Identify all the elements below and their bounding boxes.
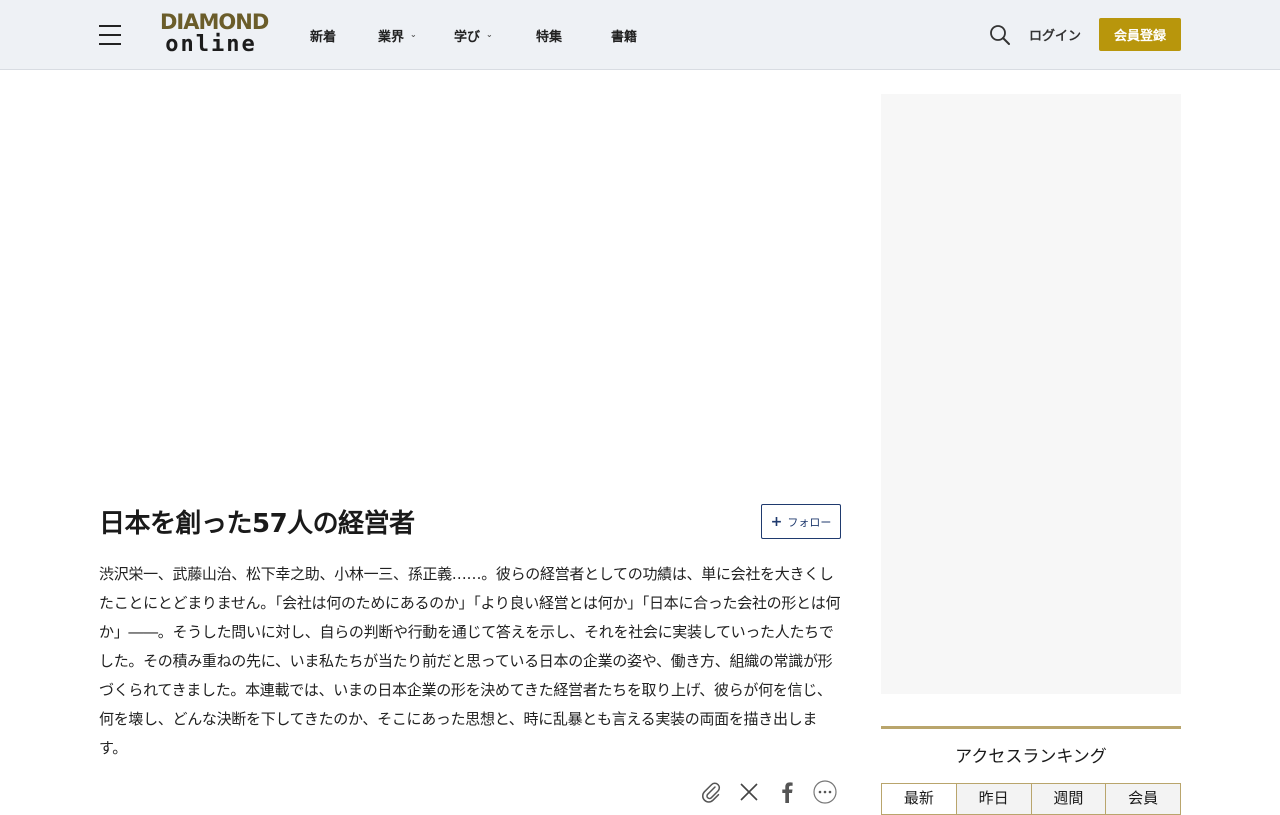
facebook-icon[interactable]	[775, 780, 799, 804]
tab-latest[interactable]: 最新	[882, 784, 957, 814]
diamond-online-logo[interactable]: DIAMOND online	[160, 10, 269, 58]
register-button[interactable]: 会員登録	[1099, 18, 1181, 51]
access-ranking: アクセスランキング 最新 昨日 週間 会員	[881, 726, 1181, 815]
nav-item-industry[interactable]: 業界 ⌄	[378, 26, 454, 45]
sidebar-ad-placeholder	[881, 94, 1181, 694]
nav-item-learning[interactable]: 学び ⌄	[454, 26, 536, 45]
more-icon[interactable]	[813, 780, 837, 804]
search-icon[interactable]	[989, 24, 1011, 46]
follow-label: フォロー	[787, 515, 832, 529]
menu-icon-bar	[99, 25, 121, 27]
menu-icon-bar	[99, 34, 121, 36]
menu-icon-bar	[99, 43, 121, 45]
series-description: 渋沢栄一、武藤山治、松下幸之助、小林一三、孫正義……。彼らの経営者としての功績は…	[99, 565, 841, 757]
nav-label: 書籍	[611, 29, 638, 45]
paperclip-icon[interactable]	[699, 780, 723, 804]
site-header: DIAMOND online 新着 業界 ⌄ 学び ⌄ 特集 書籍 ログイン 会…	[0, 0, 1280, 70]
main-nav: 新着 業界 ⌄ 学び ⌄ 特集 書籍	[310, 0, 637, 70]
ranking-divider	[881, 726, 1181, 729]
chevron-down-icon: ⌄	[486, 29, 493, 39]
share-bar	[699, 780, 837, 804]
plus-icon: +	[770, 513, 783, 530]
tab-members[interactable]: 会員	[1106, 784, 1180, 814]
nav-label: 特集	[536, 29, 563, 45]
nav-item-features[interactable]: 特集	[536, 26, 611, 45]
menu-icon[interactable]	[99, 25, 121, 45]
page-title: 日本を創った57人の経営者	[99, 509, 415, 539]
nav-label: 学び	[454, 29, 481, 45]
ranking-tabs: 最新 昨日 週間 会員	[881, 783, 1181, 815]
follow-button[interactable]: + フォロー	[761, 504, 841, 539]
tab-yesterday[interactable]: 昨日	[956, 784, 1032, 814]
tab-weekly[interactable]: 週間	[1031, 784, 1107, 814]
nav-label: 業界	[378, 29, 405, 45]
ranking-title: アクセスランキング	[955, 747, 1107, 767]
nav-item-books[interactable]: 書籍	[611, 26, 637, 45]
article-header: 日本を創った57人の経営者 + フォロー 渋沢栄一、武藤山治、松下幸之助、小林一…	[99, 495, 841, 763]
nav-item-new[interactable]: 新着	[310, 26, 378, 45]
nav-label: 新着	[310, 29, 337, 45]
logo-top-text: DIAMOND	[160, 10, 269, 34]
chevron-down-icon: ⌄	[410, 29, 417, 39]
x-icon[interactable]	[737, 780, 761, 804]
logo-bottom-text: online	[165, 32, 257, 57]
login-link[interactable]: ログイン	[1029, 25, 1081, 44]
